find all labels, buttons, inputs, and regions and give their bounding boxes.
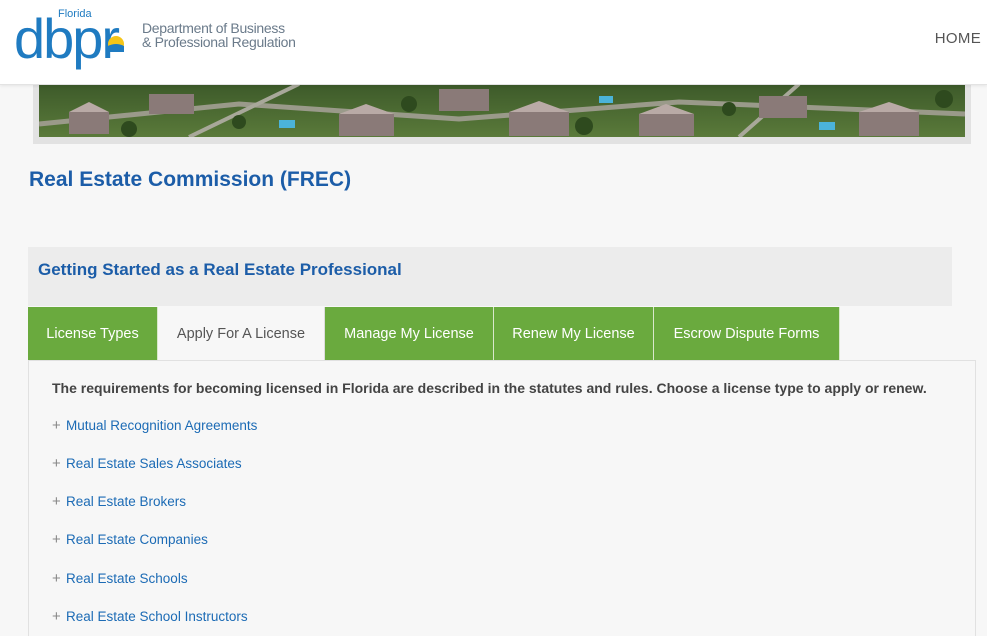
expand-plus-icon[interactable]: + — [52, 455, 66, 472]
logo-line-1: Department of Business — [142, 20, 285, 36]
expand-plus-icon[interactable]: + — [52, 417, 66, 434]
tab-license-types[interactable]: License Types — [28, 307, 158, 360]
list-item-schools[interactable]: + Real Estate Schools — [52, 570, 188, 590]
license-link[interactable]: Real Estate School Instructors — [66, 609, 248, 624]
tab-panel-apply: The requirements for becoming licensed i… — [28, 360, 976, 636]
list-item-brokers[interactable]: + Real Estate Brokers — [52, 493, 186, 513]
expand-plus-icon[interactable]: + — [52, 608, 66, 625]
tab-label: Escrow Dispute Forms — [673, 325, 820, 342]
list-item-school-instructors[interactable]: + Real Estate School Instructors — [52, 608, 248, 628]
tab-escrow-dispute-forms[interactable]: Escrow Dispute Forms — [654, 307, 840, 360]
license-link[interactable]: Real Estate Sales Associates — [66, 456, 242, 471]
banner-frame — [33, 76, 971, 144]
list-item-sales-associates[interactable]: + Real Estate Sales Associates — [52, 455, 242, 475]
tab-label: License Types — [46, 325, 139, 342]
license-link[interactable]: Mutual Recognition Agreements — [66, 418, 257, 433]
list-item-companies[interactable]: + Real Estate Companies — [52, 531, 208, 551]
expand-plus-icon[interactable]: + — [52, 531, 66, 548]
tab-label: Renew My License — [512, 325, 635, 342]
tab-label: Apply For A License — [176, 325, 306, 342]
neighborhood-aerial-banner — [39, 84, 965, 137]
dbpr-logo[interactable]: dbpr Florida Department of Business & Pr… — [14, 8, 304, 70]
license-link[interactable]: Real Estate Companies — [66, 532, 208, 547]
tab-manage-my-license[interactable]: Manage My License — [325, 307, 494, 360]
nav-home-link[interactable]: HOME — [935, 30, 981, 47]
panel-intro-text: The requirements for becoming licensed i… — [52, 380, 927, 396]
tab-apply-for-a-license[interactable]: Apply For A License — [158, 307, 325, 360]
section-title: Getting Started as a Real Estate Profess… — [38, 260, 402, 279]
logo-state-label: Florida — [58, 8, 92, 20]
logo-line-2: & Professional Regulation — [142, 34, 296, 50]
site-header: dbpr Florida Department of Business & Pr… — [0, 0, 987, 85]
list-item-mutual-recognition[interactable]: + Mutual Recognition Agreements — [52, 417, 257, 437]
expand-plus-icon[interactable]: + — [52, 570, 66, 587]
tab-label: Manage My License — [344, 325, 474, 342]
license-link[interactable]: Real Estate Brokers — [66, 494, 186, 509]
page-title: Real Estate Commission (FREC) — [29, 168, 352, 191]
page: dbpr Florida Department of Business & Pr… — [0, 0, 987, 636]
logo-department-name: Department of Business & Professional Re… — [142, 21, 296, 49]
license-link[interactable]: Real Estate Schools — [66, 571, 188, 586]
expand-plus-icon[interactable]: + — [52, 493, 66, 510]
tab-renew-my-license[interactable]: Renew My License — [494, 307, 654, 360]
sun-logo-icon — [108, 36, 124, 52]
section-heading-bar: Getting Started as a Real Estate Profess… — [28, 247, 952, 306]
